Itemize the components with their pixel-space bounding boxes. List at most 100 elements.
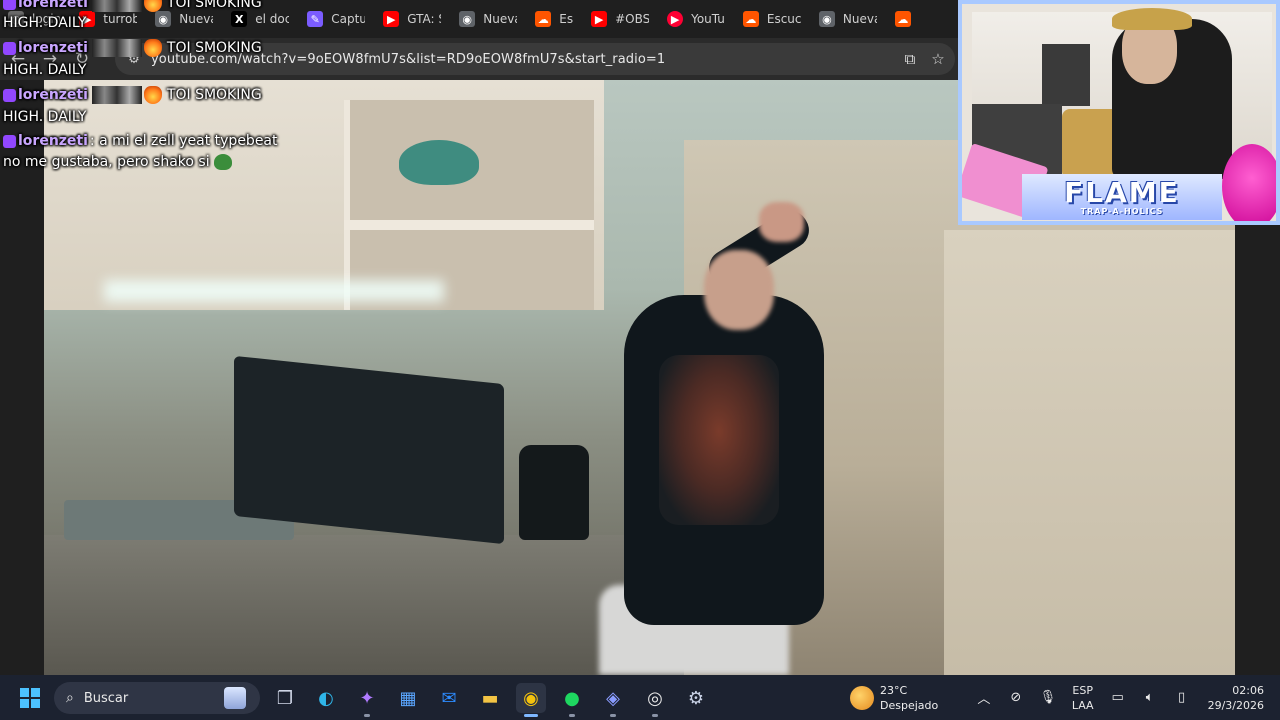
flame-logo-banner: FLAME TRAP-A-HOLICS (1022, 174, 1222, 220)
video-person-head (704, 250, 774, 330)
clock-date: 29/3/2026 (1207, 698, 1264, 712)
browser-tab[interactable]: ▶ YouTu (659, 5, 735, 33)
file-explorer-button[interactable]: ▬ (475, 683, 505, 713)
weather-moon-icon (850, 686, 874, 710)
chat-text: HIGH. DAILY (3, 62, 87, 78)
display-icon[interactable]: ▭ (1106, 686, 1130, 710)
chrome-icon: ◉ (459, 11, 476, 27)
flame-logo-subtitle: TRAP-A-HOLICS (1080, 206, 1164, 216)
taskbar: ⌕ Buscar ❐ ◐ ✦ ▦ ✉ ▬ ◉ ● ◈ ◎ ⚙ 23°C Desp… (0, 675, 1280, 720)
task-view-button[interactable]: ❐ (270, 683, 300, 713)
search-placeholder: Buscar (83, 690, 129, 706)
youtube-icon: ▶ (591, 11, 608, 27)
browser-tab[interactable]: ☁ Es (527, 5, 583, 33)
mail-icon: ✉ (441, 687, 457, 709)
bookmark-star-icon[interactable]: ☆ (927, 48, 949, 70)
running-indicator (652, 714, 658, 717)
edge-button[interactable]: ◐ (311, 683, 341, 713)
buddha-sticker-icon (1222, 144, 1276, 221)
chrome-button[interactable]: ◉ (516, 683, 546, 717)
input-language[interactable]: ESP LAA (1072, 683, 1094, 713)
search-icon: ⌕ (66, 690, 74, 706)
video-scene-door (944, 230, 1235, 675)
start-button[interactable] (15, 683, 45, 713)
webcam-overlay: FLAME TRAP-A-HOLICS (958, 0, 1280, 225)
video-scene-counter (44, 535, 684, 675)
running-indicator (610, 714, 616, 717)
discord-button[interactable]: ◈ (598, 683, 628, 717)
chat-message: lorenzeti : a mi el zell yeat typebeat (3, 133, 278, 149)
browser-tab[interactable]: ☁ (887, 5, 929, 33)
folder-icon: ▬ (481, 687, 499, 709)
chrome-icon: ◉ (155, 11, 172, 27)
task-view-icon: ❐ (276, 687, 294, 709)
browser-tab[interactable]: ▶ #OBS (583, 5, 659, 33)
chat-badge-icon (3, 41, 16, 55)
soundcloud-icon: ☁ (742, 11, 759, 27)
microphone-icon[interactable]: 🎙︎ (1036, 686, 1060, 710)
flame-logo-title: FLAME (1064, 175, 1180, 209)
obs-button[interactable]: ◎ (640, 683, 670, 717)
obs-icon: ◎ (647, 687, 663, 709)
chat-message: lorenzeti TOI SMOKING (3, 39, 262, 57)
outlook-button[interactable]: ✉ (434, 683, 464, 713)
copilot-button[interactable]: ✦ (352, 683, 382, 717)
browser-tab[interactable]: ◉Nueva (811, 5, 887, 33)
weather-widget[interactable]: 23°C Despejado (850, 681, 960, 715)
chat-text: : a mi el zell yeat typebeat (89, 133, 278, 149)
video-scene-shelf (344, 100, 594, 310)
chevron-up-icon[interactable]: ︿ (972, 686, 996, 710)
video-scene-kettle (519, 445, 589, 540)
fire-emote-icon (143, 39, 162, 57)
webcam-poster (1042, 44, 1090, 106)
settings-button[interactable]: ⚙ (681, 683, 711, 713)
x-icon: X (231, 11, 248, 27)
browser-tab[interactable]: ✎ Captu (299, 5, 375, 33)
running-indicator (364, 714, 370, 717)
chat-message-continuation: no me gustaba, pero shako si (3, 154, 232, 170)
chat-username: lorenzeti (18, 40, 88, 56)
battery-icon[interactable]: ▯ (1170, 686, 1194, 710)
chat-emote-icon (91, 39, 142, 57)
chat-emote-icon (91, 0, 142, 12)
youtube-music-icon: ▶ (667, 11, 684, 27)
browser-tab[interactable]: ▶GTA: S (375, 5, 451, 33)
weather-description: Despejado (880, 699, 939, 712)
chat-username: lorenzeti (18, 0, 88, 11)
chat-badge-icon (3, 134, 16, 148)
browser-tab[interactable]: ◉Nueva (451, 5, 527, 33)
pen-icon: ✎ (307, 11, 324, 27)
search-highlight-icon (224, 687, 246, 709)
video-person-shirt-print (659, 355, 779, 525)
chat-text: HIGH. DAILY (3, 15, 87, 31)
store-icon: ▦ (399, 687, 417, 709)
soundcloud-icon: ☁ (535, 11, 552, 27)
weather-temperature: 23°C (880, 684, 908, 697)
video-scene-shelf-edge (344, 220, 594, 230)
chat-username: lorenzeti (18, 87, 88, 103)
system-tray: ︿ ⊘ 🎙︎ ESP LAA ▭ 🔈︎ ▯ 02:06 29/3/2026 (968, 675, 1280, 720)
edge-icon: ◐ (318, 687, 334, 709)
chat-text: no me gustaba, pero shako si (3, 154, 210, 170)
chat-message: lorenzeti TOI SMOKING (3, 0, 262, 12)
active-indicator (524, 714, 538, 717)
chat-message-continuation: HIGH. DAILY (3, 109, 86, 125)
chat-text: TOI SMOKING (166, 87, 262, 103)
chat-username: lorenzeti (18, 133, 88, 149)
clock-time: 02:06 (1232, 683, 1264, 697)
taskbar-search[interactable]: ⌕ Buscar (54, 682, 260, 714)
spotify-icon: ● (564, 687, 580, 709)
keyboard-layout: LAA (1071, 698, 1094, 712)
chrome-icon: ◉ (523, 687, 539, 709)
browser-tab[interactable]: ☁ Escuc (735, 5, 811, 33)
fire-emote-icon (143, 0, 162, 12)
clock[interactable]: 02:06 29/3/2026 (1208, 683, 1264, 713)
chat-emote-icon (91, 86, 142, 104)
copilot-icon: ✦ (359, 687, 375, 709)
spotify-button[interactable]: ● (557, 683, 587, 717)
store-button[interactable]: ▦ (393, 683, 423, 713)
install-app-icon[interactable]: ⧉ (899, 48, 921, 70)
chrome-icon: ◉ (818, 11, 835, 27)
volume-icon[interactable]: 🔈︎ (1138, 686, 1162, 710)
network-off-icon[interactable]: ⊘ (1004, 686, 1028, 710)
